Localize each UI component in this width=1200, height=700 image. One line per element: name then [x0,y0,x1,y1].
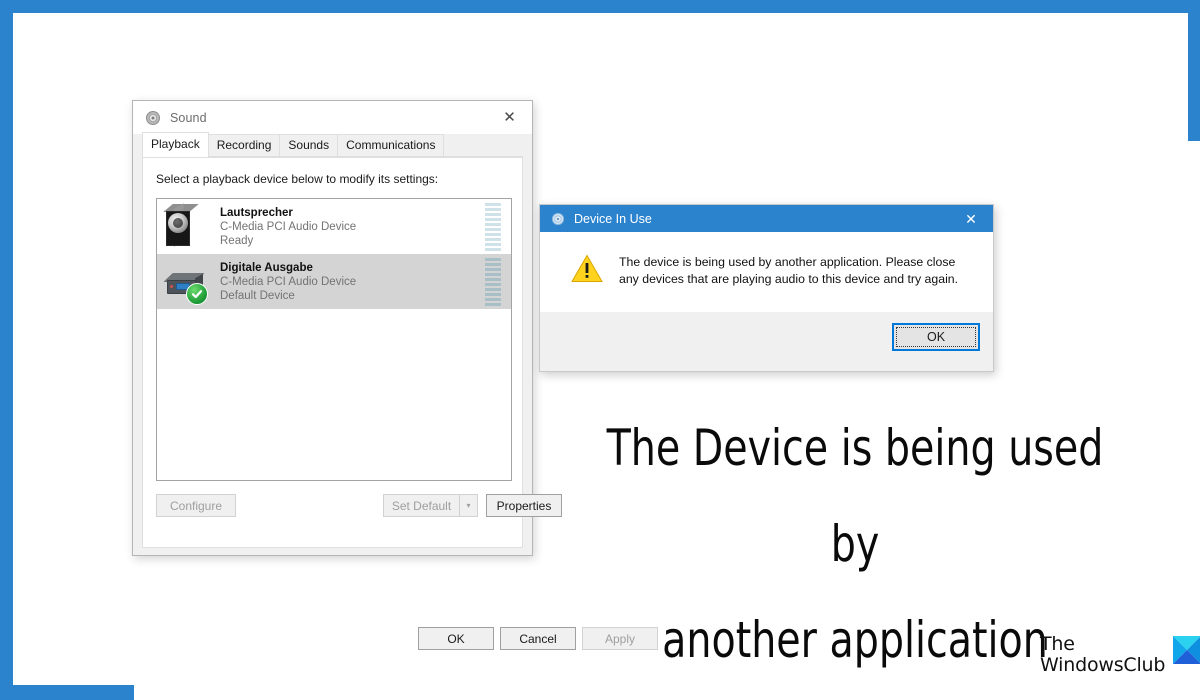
page-frame-right-bar [1188,0,1200,141]
configure-button[interactable]: Configure [156,494,236,517]
sound-dialog-title: Sound [170,110,207,125]
set-default-button[interactable]: Set Default [383,494,459,517]
device-status: Ready [220,234,254,247]
watermark-logo: The WindowsClub [1040,634,1200,676]
tab-communications[interactable]: Communications [337,134,445,157]
tab-playback[interactable]: Playback [142,132,209,157]
properties-button[interactable]: Properties [486,494,562,517]
speaker-icon [551,212,565,226]
close-icon[interactable]: ✕ [487,101,532,133]
watermark-line-2: WindowsClub [1040,654,1166,676]
playback-prompt-label: Select a playback device below to modify… [156,172,439,186]
device-name: Lautsprecher [220,206,293,219]
speaker-icon [145,110,161,126]
device-name: Digitale Ausgabe [220,261,313,274]
sound-dialog-titlebar: Sound ✕ [133,101,532,134]
default-device-check-icon [186,282,208,305]
warning-triangle-icon [571,254,603,283]
sound-dialog-tabstrip: Playback Recording Sounds Communications [133,132,532,157]
digital-output-icon [163,259,211,305]
device-in-use-titlebar: Device In Use ✕ [540,205,993,232]
table-row[interactable]: Digitale Ausgabe C-Media PCI Audio Devic… [157,254,511,309]
volume-meter [485,257,501,306]
device-in-use-body: The device is being used by another appl… [540,232,993,312]
cancel-button[interactable]: Cancel [500,627,576,650]
device-in-use-dialog: Device In Use ✕ The device is being used… [539,204,994,372]
close-icon[interactable]: ✕ [949,205,993,232]
device-text-block: Digitale Ausgabe C-Media PCI Audio Devic… [220,261,485,303]
device-in-use-footer: OK [540,312,993,371]
watermark-text: The WindowsClub [1040,634,1165,676]
device-in-use-title: Device In Use [574,211,652,226]
device-text-block: Lautsprecher C-Media PCI Audio Device Re… [220,206,485,248]
page-frame-top-bar [0,0,1200,13]
playback-tab-panel: Select a playback device below to modify… [142,157,562,548]
page-frame-left-bar [0,0,13,700]
tab-recording[interactable]: Recording [207,134,281,157]
page-frame-bottom-bar [0,685,134,700]
ok-button[interactable]: OK [892,323,980,351]
table-row[interactable]: Lautsprecher C-Media PCI Audio Device Re… [157,199,511,254]
focus-ring [896,327,976,347]
device-status: Default Device [220,289,295,302]
headline-line-1: The Device is being used by [606,419,1104,573]
playback-device-list[interactable]: Lautsprecher C-Media PCI Audio Device Re… [156,198,512,481]
sound-dialog: Sound ✕ Playback Recording Sounds Commun… [132,100,658,650]
device-driver: C-Media PCI Audio Device [220,275,357,288]
tab-sounds[interactable]: Sounds [279,134,339,157]
windowsclub-logo-icon [1173,636,1200,664]
device-in-use-message: The device is being used by another appl… [619,255,959,286]
ok-button[interactable]: OK [418,627,494,650]
volume-meter [485,202,501,251]
watermark-line-1: The [1040,633,1075,655]
speaker-box-icon [163,202,211,250]
device-driver: C-Media PCI Audio Device [220,220,357,233]
chevron-down-icon[interactable]: ▾ [459,494,478,517]
